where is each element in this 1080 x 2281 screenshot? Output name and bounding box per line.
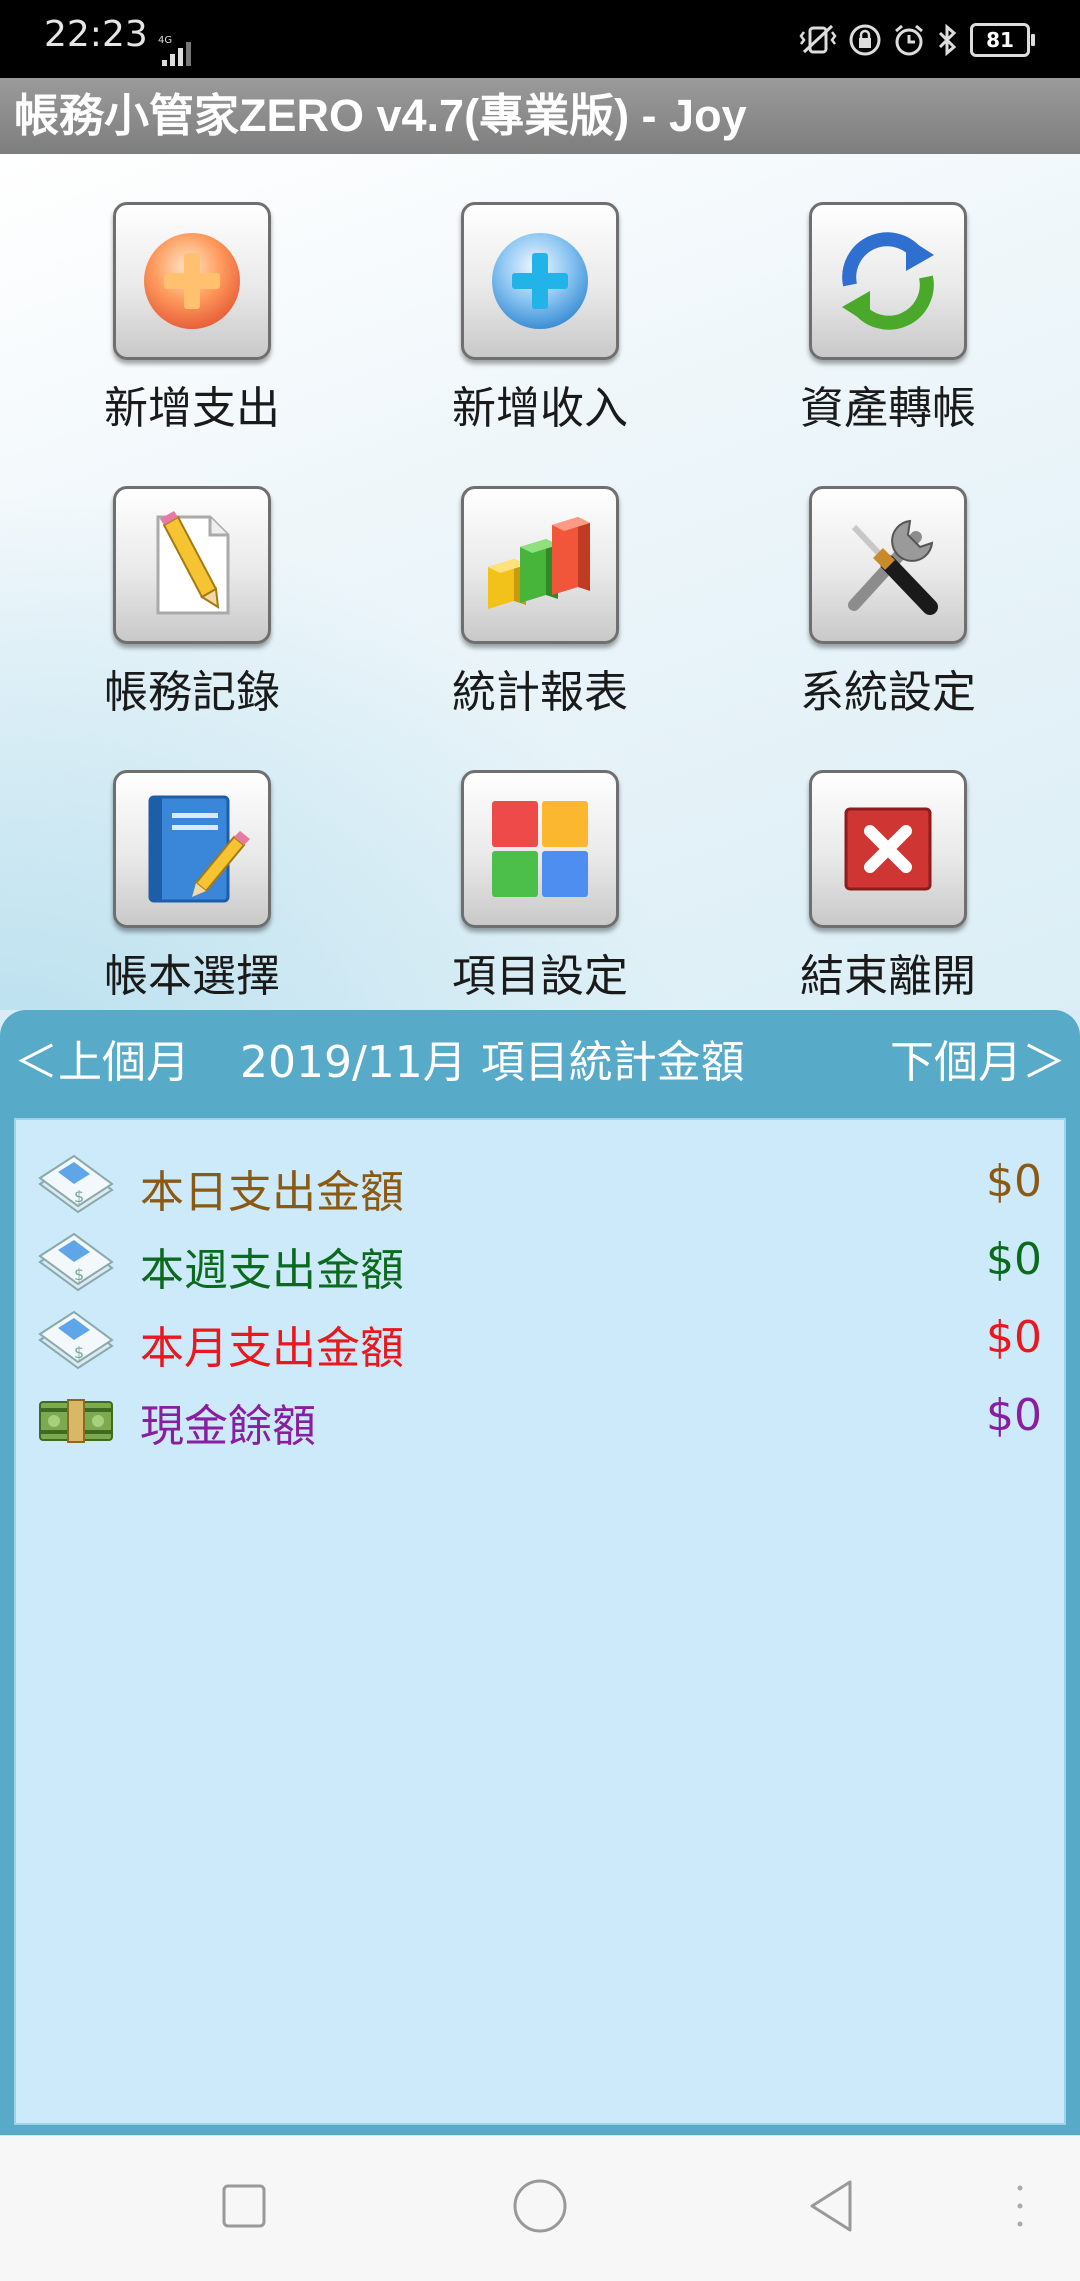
bill-icon: $ (38, 1154, 114, 1214)
menu-label: 結束離開 (800, 951, 976, 1002)
bill-icon: $ (38, 1232, 114, 1292)
menu-label: 新增支出 (104, 383, 280, 434)
svg-text:$: $ (74, 1343, 84, 1362)
stat-value: $0 (986, 1312, 1042, 1363)
stat-value: $0 (986, 1234, 1042, 1285)
stat-label: 本週支出金額 (140, 1245, 404, 1296)
app-title: 帳務小管家ZERO v4.7(專業版) - Joy (0, 78, 1080, 154)
svg-text:$: $ (74, 1187, 84, 1206)
system-nav-bar (0, 2135, 1080, 2281)
stat-weekly-expense: $ 本週支出金額 $0 (16, 1226, 1064, 1304)
stat-value: $0 (986, 1390, 1042, 1441)
lock-rotation-icon (849, 24, 881, 56)
bluetooth-icon (938, 23, 957, 57)
stats-header: ＜上個月 2019/11月 項目統計金額 下個月＞ (0, 1010, 1080, 1115)
prev-month-button[interactable]: ＜上個月 (14, 1010, 190, 1115)
vibrate-icon (799, 24, 837, 54)
records-button[interactable]: 帳務記錄 (62, 486, 322, 720)
menu-label: 統計報表 (452, 667, 628, 718)
ledger-button[interactable]: 帳本選擇 (62, 770, 322, 1004)
signal-icon: 4G (158, 34, 198, 74)
network-type: 4G (158, 35, 172, 46)
add-income-button[interactable]: 新增收入 (410, 202, 670, 436)
add-income-icon (492, 233, 588, 329)
report-icon (488, 517, 590, 609)
bill-icon: $ (38, 1310, 114, 1370)
home-button[interactable] (510, 2136, 570, 2281)
svg-text:$: $ (74, 1265, 84, 1284)
transfer-icon (842, 232, 934, 330)
report-button[interactable]: 統計報表 (410, 486, 670, 720)
menu-label: 系統設定 (800, 667, 976, 718)
ledger-icon (148, 795, 250, 903)
stat-label: 本月支出金額 (140, 1323, 404, 1374)
category-icon (492, 801, 588, 897)
exit-icon (844, 807, 932, 891)
back-button[interactable] (806, 2136, 856, 2281)
exit-button[interactable]: 結束離開 (758, 770, 1018, 1004)
status-bar: 22:23 4G 81 (0, 0, 1080, 78)
cash-stack-icon (39, 1399, 113, 1443)
add-expense-button[interactable]: 新增支出 (62, 202, 322, 436)
menu-label: 資產轉帳 (800, 383, 976, 434)
stat-monthly-expense: $ 本月支出金額 $0 (16, 1304, 1064, 1382)
stats-period: 2019/11月 項目統計金額 (240, 1037, 745, 1088)
stats-list: $ 本日支出金額 $0 $ 本週支出金額 $0 $ 本月支出金額 $0 現金餘額… (14, 1118, 1066, 2125)
records-icon (156, 511, 230, 615)
alarm-icon (895, 24, 923, 56)
menu-label: 帳務記錄 (104, 667, 280, 718)
stat-cash-balance: 現金餘額 $0 (16, 1382, 1064, 1460)
settings-button[interactable]: 系統設定 (758, 486, 1018, 720)
category-button[interactable]: 項目設定 (410, 770, 670, 1004)
more-options-icon[interactable] (1010, 2136, 1030, 2281)
stats-panel: ＜上個月 2019/11月 項目統計金額 下個月＞ $ 本日支出金額 $0 $ … (0, 1010, 1080, 2135)
menu-label: 項目設定 (452, 951, 628, 1002)
recent-apps-button[interactable] (220, 2136, 270, 2281)
menu-label: 帳本選擇 (104, 951, 280, 1002)
settings-icon (848, 519, 938, 615)
main-menu: 新增支出 新增收入 資產轉帳 帳務記錄 統計報表 系統設定 帳本選擇 項目設定 … (0, 154, 1080, 1010)
transfer-button[interactable]: 資產轉帳 (758, 202, 1018, 436)
battery-icon: 81 (970, 23, 1035, 57)
next-month-button[interactable]: 下個月＞ (890, 1010, 1066, 1115)
add-expense-icon (144, 233, 240, 329)
stat-value: $0 (986, 1156, 1042, 1207)
stat-daily-expense: $ 本日支出金額 $0 (16, 1148, 1064, 1226)
menu-label: 新增收入 (452, 383, 628, 434)
stat-label: 本日支出金額 (140, 1167, 404, 1218)
stat-label: 現金餘額 (140, 1401, 316, 1452)
status-time: 22:23 (44, 14, 148, 55)
